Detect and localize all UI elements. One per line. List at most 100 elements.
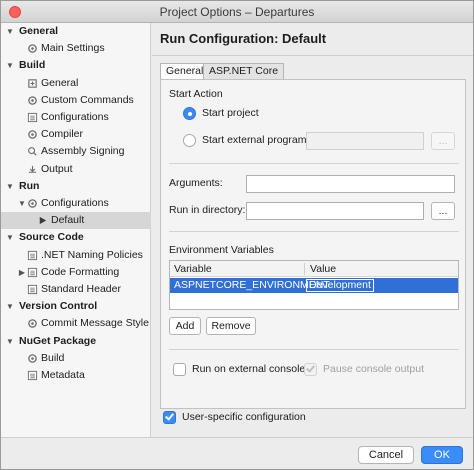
title-divider (152, 55, 473, 56)
start-external-radio[interactable] (183, 134, 196, 147)
sidebar-item-assembly-signing[interactable]: Assembly Signing (1, 143, 151, 160)
disclosure-collapsed-icon[interactable]: ▶ (17, 264, 27, 281)
env-vars-table[interactable]: Variable Value ASPNETCORE_ENVIRONMENT De… (169, 260, 459, 310)
gear-icon (27, 95, 38, 106)
sidebar-item-label: Metadata (41, 369, 85, 381)
remove-env-button[interactable]: Remove (206, 317, 256, 335)
sidebar-item-label: Output (41, 162, 73, 175)
window-title: Project Options – Departures (159, 5, 315, 19)
sidebar-item-label: Custom Commands (41, 93, 134, 106)
arguments-label: Arguments: (169, 177, 223, 189)
sidebar-item-compiler[interactable]: Compiler (1, 126, 151, 143)
cancel-button[interactable]: Cancel (358, 446, 414, 464)
column-value[interactable]: Value (310, 261, 336, 277)
sidebar-item-label: NuGet Package (19, 334, 97, 347)
sidebar-item-output[interactable]: Output (1, 161, 151, 178)
dialog-footer: Cancel OK (1, 437, 473, 469)
start-project-radio[interactable] (183, 107, 196, 120)
user-specific-checkbox[interactable] (163, 411, 176, 424)
disclosure-expanded-icon[interactable]: ▼ (5, 298, 15, 315)
sidebar-item-net-naming-policies[interactable]: .NET Naming Policies (1, 247, 151, 264)
sidebar-item-general[interactable]: ▼ General (1, 23, 151, 40)
sidebar-item-source-code[interactable]: ▼ Source Code (1, 229, 151, 246)
sidebar-item-label: Configurations (41, 197, 109, 209)
sidebar-item-label: Configurations (41, 111, 109, 123)
list-icon (27, 112, 38, 123)
sidebar-item-label: Commit Message Style (41, 317, 149, 330)
disclosure-expanded-icon[interactable]: ▼ (5, 23, 15, 40)
close-window-icon[interactable] (9, 6, 21, 18)
gear-icon (27, 198, 38, 209)
sidebar-item-label: Code Formatting (41, 265, 120, 278)
sidebar-item-label: Standard Header (41, 283, 121, 295)
column-variable[interactable]: Variable (174, 261, 212, 277)
list-icon (27, 250, 38, 261)
gear-icon (27, 318, 38, 329)
sidebar-item-label: Build (41, 351, 65, 364)
external-program-field[interactable] (306, 132, 424, 150)
divider (169, 163, 459, 164)
page-title: Run Configuration: Default (160, 31, 327, 46)
browse-directory-button[interactable]: ... (431, 202, 455, 220)
tab-aspnet-core[interactable]: ASP.NET Core (203, 63, 285, 79)
sidebar-item-label: General (19, 25, 59, 37)
sidebar-item-commit-message-style[interactable]: Commit Message Style (1, 315, 151, 332)
gear-icon (27, 353, 38, 364)
sidebar-item-label: Assembly Signing (41, 145, 125, 158)
sidebar-item-nuget-package[interactable]: ▼ NuGet Package (1, 333, 151, 350)
sidebar-item-configurations[interactable]: ▼ Configurations (1, 195, 151, 212)
sidebar-item-label: .NET Naming Policies (41, 248, 143, 261)
disclosure-expanded-icon[interactable]: ▼ (5, 57, 15, 74)
sidebar-item-label: Run (19, 179, 40, 192)
sidebar-item-custom-commands[interactable]: Custom Commands (1, 92, 151, 109)
disclosure-expanded-icon[interactable]: ▼ (5, 333, 15, 350)
options-sidebar: ▼ General Main Settings ▼ Build General Custom… (1, 23, 151, 437)
sidebar-item-run[interactable]: ▼ Run (1, 178, 151, 195)
column-divider (304, 263, 305, 275)
arguments-field[interactable] (246, 175, 455, 193)
start-external-label: Start external program: (202, 134, 310, 146)
sidebar-item-configurations[interactable]: Configurations (1, 109, 151, 126)
sidebar-item-label: Source Code (19, 231, 84, 244)
sidebar-item-label: Main Settings (41, 42, 105, 55)
env-vars-header: Variable Value (170, 261, 458, 277)
add-env-button[interactable]: Add (169, 317, 201, 335)
signing-icon (27, 146, 38, 157)
run-in-directory-field[interactable] (246, 202, 424, 220)
list-icon (27, 370, 38, 381)
title-bar: Project Options – Departures (1, 1, 473, 23)
sidebar-item-general[interactable]: General (1, 75, 151, 92)
external-console-label: Run on external console (192, 363, 306, 375)
start-action-heading: Start Action (169, 88, 223, 100)
disclosure-expanded-icon[interactable]: ▼ (5, 178, 15, 195)
disclosure-expanded-icon[interactable]: ▼ (17, 195, 27, 212)
sidebar-item-main-settings[interactable]: Main Settings (1, 40, 151, 57)
pause-output-checkbox[interactable] (304, 363, 317, 376)
checkmark-icon (306, 363, 315, 373)
project-options-window: Project Options – Departures ▼ General Mai… (0, 0, 474, 470)
table-row[interactable]: ASPNETCORE_ENVIRONMENT Development (170, 278, 458, 293)
sidebar-item-label: Build (19, 59, 46, 72)
tab-general[interactable]: General (160, 63, 210, 79)
start-project-label: Start project (202, 107, 259, 119)
sidebar-item-build[interactable]: Build (1, 350, 151, 367)
list-icon (27, 267, 38, 278)
play-icon (37, 215, 48, 226)
env-value-editor[interactable]: Development (306, 279, 374, 292)
sidebar-item-build[interactable]: ▼ Build (1, 57, 151, 74)
disclosure-expanded-icon[interactable]: ▼ (5, 229, 15, 246)
sidebar-item-code-formatting[interactable]: ▶ Code Formatting (1, 264, 151, 281)
ok-button[interactable]: OK (421, 446, 463, 464)
browse-external-button[interactable]: ... (431, 132, 455, 150)
sidebar-item-label: Compiler (41, 128, 84, 141)
user-specific-label: User-specific configuration (182, 411, 306, 423)
sidebar-item-metadata[interactable]: Metadata (1, 367, 151, 384)
sidebar-item-default[interactable]: Default (1, 212, 151, 230)
sidebar-item-standard-header[interactable]: Standard Header (1, 281, 151, 298)
divider (169, 349, 459, 350)
divider (169, 231, 459, 232)
external-console-checkbox[interactable] (173, 363, 186, 376)
sidebar-item-version-control[interactable]: ▼ Version Control (1, 298, 151, 315)
env-vars-heading: Environment Variables (169, 244, 274, 256)
output-icon (27, 164, 38, 175)
